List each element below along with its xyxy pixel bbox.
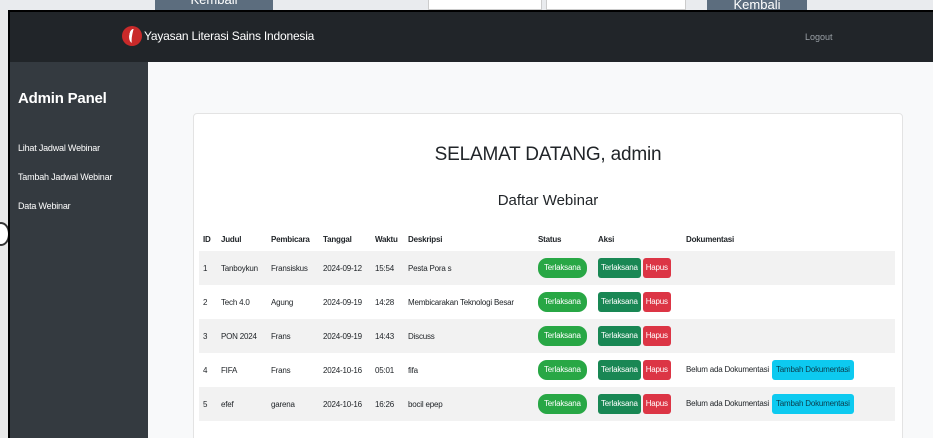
cell-pembicara: Fransiskus [271, 263, 308, 273]
cell-status: Terlaksana [534, 387, 594, 421]
hapus-button[interactable]: Hapus [642, 292, 671, 312]
cell-deskripsi: Pesta Pora s [408, 263, 452, 273]
brand-logo-icon [122, 26, 142, 46]
status-badge: Terlaksana [538, 326, 587, 346]
cell-judul: efef [221, 399, 234, 409]
cell-tanggal: 2024-10-16 [323, 399, 362, 409]
cell-id: 2 [203, 297, 208, 307]
cell-aksi: Terlaksana Hapus [594, 251, 682, 285]
content-card: SELAMAT DATANG, admin Daftar Webinar ID … [193, 113, 903, 438]
background-field [546, 0, 686, 10]
column-header-waktu: Waktu [375, 234, 398, 244]
status-badge: Terlaksana [538, 360, 587, 380]
cell-id: 1 [203, 263, 208, 273]
hapus-button[interactable]: Hapus [642, 394, 671, 414]
table-row: 1 Tanboykun Fransiskus 2024-09-12 15:54 … [199, 251, 895, 285]
cell-aksi: Terlaksana Hapus [594, 387, 682, 421]
cell-deskripsi: Discuss [408, 331, 435, 341]
cell-id: 4 [203, 365, 208, 375]
cell-id: 5 [203, 399, 208, 409]
cell-status: Terlaksana [534, 285, 594, 319]
cell-status: Terlaksana [534, 251, 594, 285]
brand-name: Yayasan Literasi Sains Indonesia [144, 29, 315, 43]
status-badge: Terlaksana [538, 394, 587, 414]
hapus-button[interactable]: Hapus [642, 360, 671, 380]
logout-link[interactable]: Logout [805, 32, 833, 42]
dokumentasi-status: Belum ada Dokumentasi [686, 399, 769, 408]
sidebar: Admin Panel Lihat Jadwal Webinar Tambah … [10, 62, 148, 438]
cell-waktu: 14:28 [375, 297, 395, 307]
terlaksana-button[interactable]: Terlaksana [598, 360, 641, 380]
terlaksana-button[interactable]: Terlaksana [598, 326, 641, 346]
cell-pembicara: Frans [271, 365, 291, 375]
status-badge: Terlaksana [538, 258, 587, 278]
cell-dokumentasi [682, 319, 895, 353]
table-row: 5 efef garena 2024-10-16 16:26 bocil epe… [199, 387, 895, 421]
sidebar-title: Admin Panel [18, 90, 107, 107]
sidebar-item-data-webinar[interactable]: Data Webinar [18, 201, 71, 211]
cell-dokumentasi: Belum ada Dokumentasi Tambah Dokumentasi [682, 387, 895, 421]
cell-waktu: 15:54 [375, 263, 395, 273]
sidebar-item-lihat-jadwal[interactable]: Lihat Jadwal Webinar [18, 143, 100, 153]
terlaksana-button[interactable]: Terlaksana [598, 394, 641, 414]
cell-tanggal: 2024-09-19 [323, 331, 362, 341]
cell-judul: PON 2024 [221, 331, 257, 341]
column-header-deskripsi: Deskripsi [408, 234, 443, 244]
sidebar-item-tambah-jadwal[interactable]: Tambah Jadwal Webinar [18, 172, 112, 182]
cell-pembicara: Agung [271, 297, 294, 307]
hapus-button[interactable]: Hapus [642, 258, 671, 278]
cell-aksi: Terlaksana Hapus [594, 319, 682, 353]
cell-status: Terlaksana [534, 353, 594, 387]
column-header-judul: Judul [221, 234, 242, 244]
cell-pembicara: Frans [271, 331, 291, 341]
cell-tanggal: 2024-09-19 [323, 297, 362, 307]
admin-window: Yayasan Literasi Sains Indonesia Logout … [8, 10, 933, 438]
terlaksana-button[interactable]: Terlaksana [598, 292, 641, 312]
column-header-pembicara: Pembicara [271, 234, 310, 244]
hapus-button[interactable]: Hapus [642, 326, 671, 346]
cell-tanggal: 2024-10-16 [323, 365, 362, 375]
tambah-dokumentasi-button[interactable]: Tambah Dokumentasi [771, 394, 854, 414]
terlaksana-button[interactable]: Terlaksana [598, 258, 641, 278]
table-header-row: ID Judul Pembicara Tanggal Waktu Deskrip… [199, 227, 895, 251]
brand[interactable]: Yayasan Literasi Sains Indonesia [122, 26, 314, 46]
table-row: 4 FIFA Frans 2024-10-16 05:01 fifa Terla… [199, 353, 895, 387]
column-header-dokumentasi: Dokumentasi [686, 234, 735, 244]
cell-deskripsi: fifa [408, 365, 418, 375]
cell-aksi: Terlaksana Hapus [594, 285, 682, 319]
cell-waktu: 14:43 [375, 331, 395, 341]
table-row: 3 PON 2024 Frans 2024-09-19 14:43 Discus… [199, 319, 895, 353]
cell-deskripsi: Membicarakan Teknologi Besar [408, 297, 514, 307]
column-header-aksi: Aksi [598, 234, 615, 244]
table-row: 2 Tech 4.0 Agung 2024-09-19 14:28 Membic… [199, 285, 895, 319]
cell-waktu: 16:26 [375, 399, 395, 409]
column-header-id: ID [203, 234, 211, 244]
tambah-dokumentasi-button[interactable]: Tambah Dokumentasi [771, 360, 854, 380]
background-field [428, 0, 542, 10]
column-header-status: Status [538, 234, 562, 244]
cell-tanggal: 2024-09-12 [323, 263, 362, 273]
dokumentasi-status: Belum ada Dokumentasi [686, 365, 769, 374]
cell-judul: Tech 4.0 [221, 297, 250, 307]
webinar-list-title: Daftar Webinar [497, 192, 599, 209]
background-back-button: Kembali [707, 0, 807, 10]
cell-dokumentasi [682, 285, 895, 319]
cell-pembicara: garena [271, 399, 295, 409]
cell-id: 3 [203, 331, 208, 341]
webinar-table: ID Judul Pembicara Tanggal Waktu Deskrip… [199, 227, 895, 421]
cell-aksi: Terlaksana Hapus [594, 353, 682, 387]
cell-dokumentasi: Belum ada Dokumentasi Tambah Dokumentasi [682, 353, 895, 387]
background-back-button: Kembali [155, 0, 273, 10]
welcome-heading: SELAMAT DATANG, admin [434, 144, 662, 165]
cell-status: Terlaksana [534, 319, 594, 353]
status-badge: Terlaksana [538, 292, 587, 312]
cell-waktu: 05:01 [375, 365, 395, 375]
cell-dokumentasi [682, 251, 895, 285]
cell-judul: FIFA [221, 365, 238, 375]
column-header-tanggal: Tanggal [323, 234, 352, 244]
cell-judul: Tanboykun [221, 263, 258, 273]
navbar: Yayasan Literasi Sains Indonesia Logout [10, 12, 933, 62]
cell-deskripsi: bocil epep [408, 399, 443, 409]
